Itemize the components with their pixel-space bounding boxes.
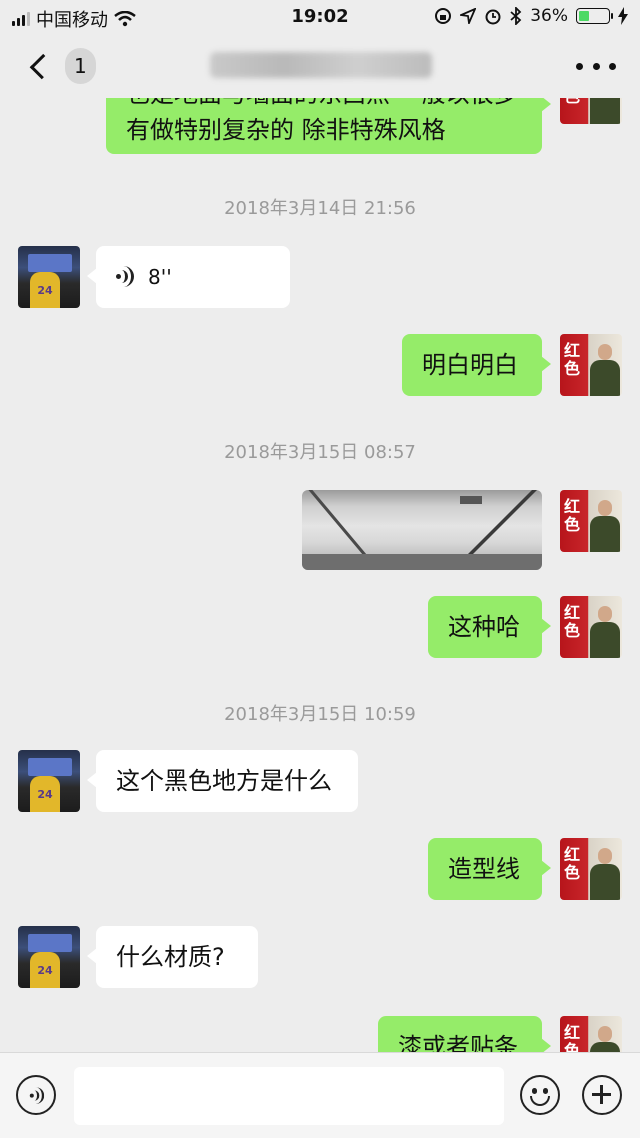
message-text: 这个黑色地方是什么 xyxy=(116,767,332,795)
contact-avatar[interactable]: 24 xyxy=(18,750,80,812)
voice-message-bubble[interactable]: 8'' xyxy=(87,246,290,308)
voice-icon xyxy=(29,1087,45,1105)
plus-button[interactable] xyxy=(582,1075,622,1115)
emoji-icon xyxy=(532,1088,537,1094)
self-avatar[interactable]: 红色 xyxy=(560,334,622,396)
chat-area[interactable]: 也是地面与墙面的东西点 一般以很多 有做特别复杂的 除非特殊风格 红色 2018… xyxy=(0,98,640,1052)
battery-percent: 36% xyxy=(530,6,568,26)
emoji-button[interactable] xyxy=(520,1075,560,1115)
sent-message-bubble[interactable]: 造型线 xyxy=(428,838,551,900)
back-button[interactable]: 1 xyxy=(26,48,96,84)
status-bar: 中国移动 19:02 36% xyxy=(0,0,640,34)
battery-icon xyxy=(576,8,613,24)
input-bar xyxy=(0,1052,640,1138)
more-icon xyxy=(576,62,583,70)
received-message-bubble[interactable]: 这个黑色地方是什么 xyxy=(87,750,358,812)
status-right: 36% xyxy=(434,6,628,26)
charging-icon xyxy=(618,7,628,25)
sent-message-bubble[interactable]: 漆或者贴条 xyxy=(378,1016,551,1052)
message-text: 什么材质? xyxy=(116,943,225,971)
message-text: 这种哈 xyxy=(448,613,520,641)
self-avatar[interactable]: 红色 xyxy=(560,596,622,658)
message-text: 明白明白 xyxy=(422,351,518,379)
alarm-icon xyxy=(485,9,501,25)
timestamp: 2018年3月14日 21:56 xyxy=(224,198,416,219)
bluetooth-icon xyxy=(510,7,522,25)
more-button[interactable] xyxy=(576,54,616,78)
message-text: 也是地面与墙面的东西点 一般以很多 xyxy=(126,98,518,112)
sent-message-bubble[interactable]: 也是地面与墙面的东西点 一般以很多 有做特别复杂的 除非特殊风格 xyxy=(106,98,551,154)
sent-image-message[interactable] xyxy=(302,490,542,570)
self-avatar[interactable]: 红色 xyxy=(560,98,622,124)
contact-avatar[interactable]: 24 xyxy=(18,926,80,988)
sent-message-bubble[interactable]: 这种哈 xyxy=(428,596,551,658)
message-input[interactable] xyxy=(74,1067,504,1125)
self-avatar[interactable]: 红色 xyxy=(560,490,622,552)
voice-duration: 8'' xyxy=(148,265,172,289)
self-avatar[interactable]: 红色 xyxy=(560,838,622,900)
sent-message-bubble[interactable]: 明白明白 xyxy=(402,334,551,396)
timestamp: 2018年3月15日 10:59 xyxy=(224,704,416,725)
voice-input-button[interactable] xyxy=(16,1075,56,1115)
unread-badge: 1 xyxy=(64,48,96,84)
timestamp: 2018年3月15日 08:57 xyxy=(224,442,416,463)
chevron-left-icon xyxy=(29,53,56,79)
voice-wave-icon xyxy=(116,266,134,288)
location-icon xyxy=(460,8,477,24)
nav-bar: 1 xyxy=(0,34,640,98)
message-text: 漆或者贴条 xyxy=(398,1033,518,1052)
message-text: 有做特别复杂的 除非特殊风格 xyxy=(126,116,446,144)
contact-avatar[interactable]: 24 xyxy=(18,246,80,308)
received-message-bubble[interactable]: 什么材质? xyxy=(87,926,258,988)
rotation-lock-icon xyxy=(435,8,452,24)
chat-title-blurred xyxy=(210,52,432,78)
message-text: 造型线 xyxy=(448,855,520,883)
self-avatar[interactable]: 红色 xyxy=(560,1016,622,1052)
